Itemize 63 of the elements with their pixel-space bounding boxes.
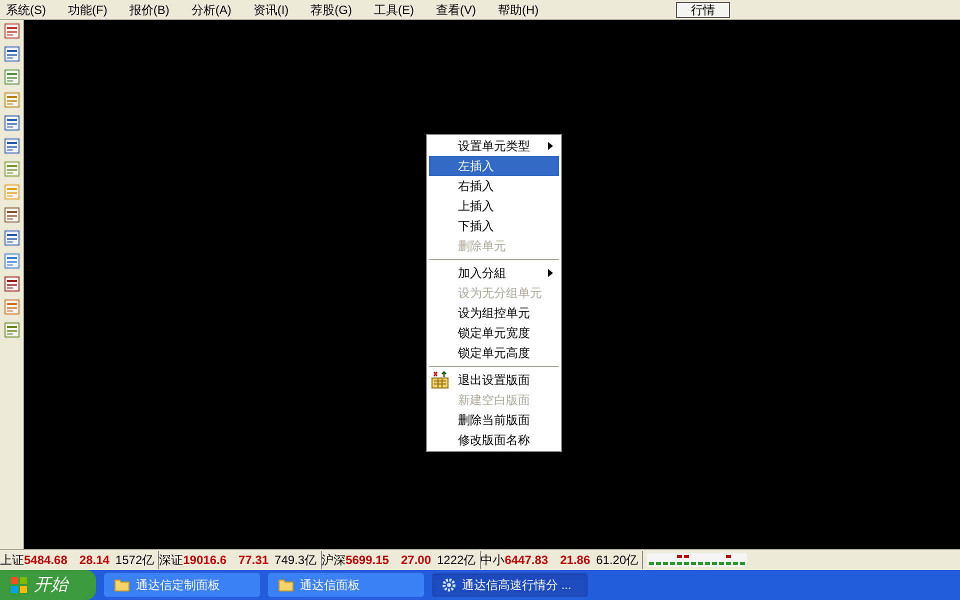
toolbar-icon[interactable] bbox=[4, 23, 20, 39]
context-menu-item[interactable]: 右插入 bbox=[429, 176, 559, 196]
menu-item[interactable]: 资讯(I) bbox=[253, 0, 289, 18]
submenu-arrow-icon bbox=[548, 269, 553, 277]
index-value: 5699.15 bbox=[346, 552, 389, 569]
start-button[interactable]: 开始 bbox=[0, 570, 96, 600]
menu-item[interactable]: 荐股(G) bbox=[310, 0, 352, 18]
toolbar-icon[interactable] bbox=[4, 276, 20, 292]
menu-item[interactable]: 查看(V) bbox=[436, 0, 476, 18]
index-name: 中小 bbox=[480, 552, 505, 569]
taskbar-button[interactable]: 通达信定制面板 bbox=[104, 573, 260, 597]
toolbar-icon[interactable] bbox=[4, 92, 20, 108]
context-menu-item[interactable]: 加入分組 bbox=[429, 263, 559, 283]
index-value: 5484.68 bbox=[24, 552, 68, 569]
toolbar-icon[interactable] bbox=[4, 69, 20, 85]
index-value: 19016.6 bbox=[183, 552, 227, 569]
index-change: 28.14 bbox=[79, 552, 110, 569]
index-amount: 61.20亿 bbox=[596, 552, 638, 569]
menu-item[interactable]: 报价(B) bbox=[129, 0, 170, 18]
folder-icon bbox=[278, 578, 294, 592]
index-value: 6447.83 bbox=[504, 552, 548, 569]
taskbar-button[interactable]: 通达信面板 bbox=[268, 573, 424, 597]
index-change: 21.86 bbox=[560, 552, 590, 569]
toolbar-icon[interactable] bbox=[4, 138, 20, 154]
layout-grid-icon bbox=[431, 371, 449, 389]
index-amount: 749.3亿 bbox=[274, 552, 317, 569]
toolbar-icon[interactable] bbox=[4, 253, 20, 269]
context-menu-item[interactable]: 设为组控单元 bbox=[429, 303, 559, 323]
context-menu-item[interactable]: 下插入 bbox=[429, 216, 559, 236]
index-change: 27.00 bbox=[400, 552, 431, 569]
context-menu-item[interactable]: 左插入 bbox=[429, 156, 559, 176]
context-menu-item[interactable]: 锁定单元宽度 bbox=[429, 323, 559, 343]
index-name: 沪深 bbox=[322, 552, 346, 569]
market-breadth-icon bbox=[647, 553, 748, 567]
menu-item[interactable]: 帮助(H) bbox=[498, 0, 539, 18]
context-menu-item[interactable]: 退出设置版面 bbox=[429, 370, 559, 390]
index-name: 上证 bbox=[0, 552, 24, 569]
toolbar-icon[interactable] bbox=[4, 207, 20, 223]
menu-item[interactable]: 系统(S) bbox=[6, 0, 46, 18]
gear-icon bbox=[442, 578, 456, 592]
toolbar-icon[interactable] bbox=[4, 322, 20, 338]
folder-icon bbox=[114, 578, 130, 592]
context-menu-item[interactable]: 上插入 bbox=[429, 196, 559, 216]
context-menu-item[interactable]: 删除当前版面 bbox=[429, 410, 559, 430]
context-menu-item[interactable]: 锁定单元高度 bbox=[429, 343, 559, 363]
index-amount: 1222亿 bbox=[437, 552, 476, 569]
index-change: 77.31 bbox=[238, 552, 269, 569]
toolbar-icon[interactable] bbox=[4, 46, 20, 62]
submenu-arrow-icon bbox=[548, 142, 553, 150]
toolbar-icon[interactable] bbox=[4, 230, 20, 246]
menu-item[interactable]: 功能(F) bbox=[68, 0, 108, 18]
windows-logo-icon bbox=[10, 576, 28, 594]
index-name: 深证 bbox=[159, 552, 184, 569]
toolbar-icon[interactable] bbox=[4, 115, 20, 131]
toolbar-icon[interactable] bbox=[4, 161, 20, 177]
taskbar-button[interactable]: 通达信高速行情分 ... bbox=[432, 573, 588, 597]
context-menu-item[interactable]: 设置单元类型 bbox=[429, 136, 559, 156]
menu-item[interactable]: 工具(E) bbox=[374, 0, 414, 18]
mode-button[interactable]: 行情 bbox=[676, 2, 730, 18]
index-amount: 1572亿 bbox=[115, 552, 154, 569]
context-menu-item[interactable]: 修改版面名称 bbox=[429, 430, 559, 450]
menu-item[interactable]: 分析(A) bbox=[191, 0, 232, 18]
toolbar-icon[interactable] bbox=[4, 299, 20, 315]
